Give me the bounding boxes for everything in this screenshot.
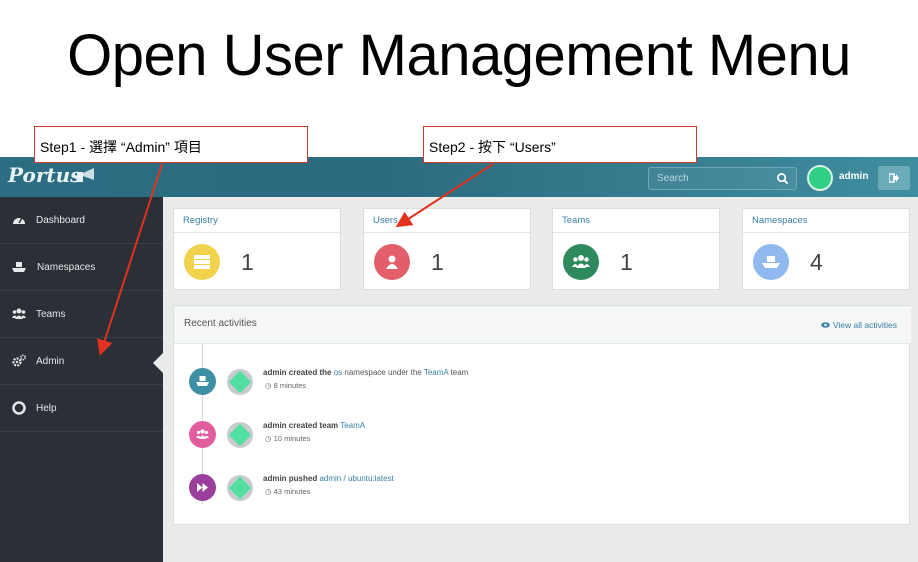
namespace-link[interactable]: admin [319, 474, 341, 483]
search-placeholder: Search [657, 173, 689, 184]
avatar [227, 422, 253, 448]
activity-item: admin pushed admin / ubuntu:latest ◷ 43 … [174, 474, 911, 504]
namespace-link[interactable]: os [334, 368, 342, 377]
card-count: 1 [241, 249, 254, 275]
card-namespaces: Namespaces 4 [742, 208, 910, 290]
card-title[interactable]: Namespaces [743, 209, 909, 233]
activity-time: ◷ 43 minutes [265, 487, 311, 496]
slide-title: Open User Management Menu [67, 23, 851, 88]
users-icon [12, 308, 26, 319]
recent-activities-panel: Recent activities View all activities ad… [173, 305, 911, 525]
step2-callout: Step2 - 按下 “Users” [423, 126, 697, 163]
activity-text: admin created the os namespace under the… [263, 368, 469, 377]
eye-icon [821, 322, 830, 328]
active-indicator [153, 353, 163, 373]
card-title[interactable]: Teams [553, 209, 719, 233]
repository-link[interactable]: ubuntu:latest [348, 474, 394, 483]
clock-icon: ◷ [265, 434, 272, 443]
sidebar: Dashboard Namespaces Teams Admin Help [0, 197, 163, 562]
clock-icon: ◷ [265, 487, 272, 496]
card-title[interactable]: Users [364, 209, 530, 233]
card-teams: Teams 1 [552, 208, 720, 290]
lighthouse-icon [77, 168, 94, 182]
user-icon [374, 244, 410, 280]
dashboard-icon [13, 217, 25, 224]
user-name[interactable]: admin [839, 171, 868, 182]
card-count: 1 [431, 249, 444, 275]
avatar [227, 475, 253, 501]
activity-time: ◷ 8 minutes [265, 381, 307, 390]
forward-icon [189, 474, 216, 501]
activity-text: admin pushed admin / ubuntu:latest [263, 474, 394, 483]
slide: Open User Management Menu Portus Search … [0, 0, 918, 562]
avatar [227, 369, 253, 395]
sidebar-item-help[interactable]: Help [0, 385, 163, 432]
activity-header: Recent activities View all activities [174, 306, 911, 344]
sidebar-item-label: Namespaces [37, 262, 96, 273]
users-icon [189, 421, 216, 448]
user-avatar[interactable] [807, 165, 833, 191]
search-icon[interactable] [776, 172, 789, 185]
lifebuoy-icon [12, 401, 26, 415]
sidebar-item-label: Dashboard [36, 215, 85, 226]
sidebar-item-label: Admin [36, 356, 65, 367]
card-users: Users 1 [363, 208, 531, 290]
ship-icon [12, 262, 26, 272]
card-title[interactable]: Registry [174, 209, 340, 233]
card-registry: Registry 1 [173, 208, 341, 290]
view-all-label: View all activities [832, 320, 897, 330]
activity-item: admin created team TeamA ◷ 10 minutes [174, 421, 911, 451]
server-icon [184, 244, 220, 280]
search-input[interactable]: Search [648, 167, 797, 190]
sign-out-icon [889, 173, 899, 183]
ship-icon [189, 368, 216, 395]
sidebar-item-label: Help [36, 403, 57, 414]
activity-time: ◷ 10 minutes [265, 434, 311, 443]
activity-item: admin created the os namespace under the… [174, 368, 911, 398]
sidebar-item-label: Teams [36, 309, 66, 320]
team-link[interactable]: TeamA [424, 368, 448, 377]
activity-text: admin created team TeamA [263, 421, 366, 430]
view-all-activities-link[interactable]: View all activities [821, 320, 897, 330]
card-count: 1 [620, 249, 633, 275]
users-icon [563, 244, 599, 280]
sidebar-item-teams[interactable]: Teams [0, 291, 163, 338]
cogs-icon [12, 354, 26, 367]
step1-callout: Step1 - 選擇 “Admin” 項目 [34, 126, 308, 163]
logout-button[interactable] [878, 166, 910, 190]
activity-title: Recent activities [184, 318, 257, 329]
sidebar-item-dashboard[interactable]: Dashboard [0, 197, 163, 244]
card-count: 4 [810, 249, 823, 275]
portus-logo[interactable]: Portus [8, 163, 81, 187]
sidebar-item-admin[interactable]: Admin [0, 338, 163, 385]
clock-icon: ◷ [265, 381, 272, 390]
ship-icon [753, 244, 789, 280]
team-link[interactable]: TeamA [340, 421, 365, 430]
sidebar-item-namespaces[interactable]: Namespaces [0, 244, 163, 291]
